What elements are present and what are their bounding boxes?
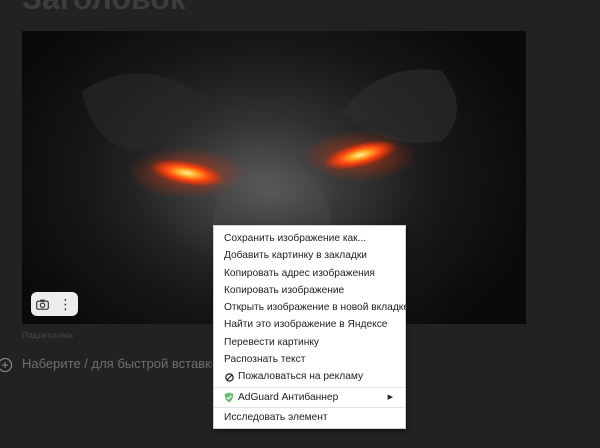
submenu-arrow-icon: ▶ (387, 393, 393, 401)
menu-item-recognize-text[interactable]: Распознать текст (214, 351, 405, 368)
menu-item-label: Исследовать элемент (224, 411, 328, 423)
menu-item-save-image[interactable]: Сохранить изображение как... (214, 230, 405, 247)
menu-separator (214, 386, 405, 388)
block-icon (224, 372, 234, 382)
image-toolbar: ⋮ (31, 292, 78, 316)
menu-item-label: Копировать адрес изображения (224, 267, 375, 279)
menu-item-search-yandex[interactable]: Найти это изображение в Яндексе (214, 316, 405, 333)
menu-item-adguard[interactable]: AdGuard Антибаннер ▶ (214, 389, 405, 406)
menu-item-label: Сохранить изображение как... (224, 233, 367, 244)
menu-item-label: Распознать текст (224, 354, 306, 366)
menu-item-report-ad[interactable]: Пожаловаться на рекламу (214, 368, 405, 385)
menu-item-label: AdGuard Антибаннер (238, 391, 339, 403)
image-caption[interactable]: Подзаголовок (22, 331, 73, 340)
menu-item-label: Перевести картинку (224, 336, 320, 348)
menu-item-label: Пожаловаться на рекламу (238, 371, 364, 383)
camera-icon[interactable] (31, 292, 54, 316)
menu-item-copy-image[interactable]: Копировать изображение (214, 282, 405, 299)
menu-item-label: Открыть изображение в новой вкладке (224, 302, 410, 314)
more-vertical-icon[interactable]: ⋮ (54, 292, 77, 316)
editor-input[interactable]: Наберите / для быстрой вставки (22, 356, 212, 371)
menu-item-translate-image[interactable]: Перевести картинку (214, 334, 405, 351)
page-title[interactable]: Заголовок (22, 0, 186, 18)
menu-item-bookmark-image[interactable]: Добавить картинку в закладки (214, 247, 405, 264)
menu-item-inspect-element[interactable]: Исследовать элемент (214, 409, 405, 426)
menu-item-label: Найти это изображение в Яндексе (224, 319, 388, 331)
add-block-icon[interactable]: + (0, 358, 12, 372)
menu-item-open-image-new-tab[interactable]: Открыть изображение в новой вкладке (214, 299, 409, 316)
menu-item-label: Копировать изображение (224, 284, 345, 296)
adguard-shield-icon (224, 392, 234, 403)
menu-item-label: Добавить картинку в закладки (224, 250, 367, 262)
menu-separator (214, 406, 405, 408)
menu-item-copy-image-address[interactable]: Копировать адрес изображения (214, 265, 405, 282)
context-menu: Сохранить изображение как... Добавить ка… (213, 225, 409, 429)
